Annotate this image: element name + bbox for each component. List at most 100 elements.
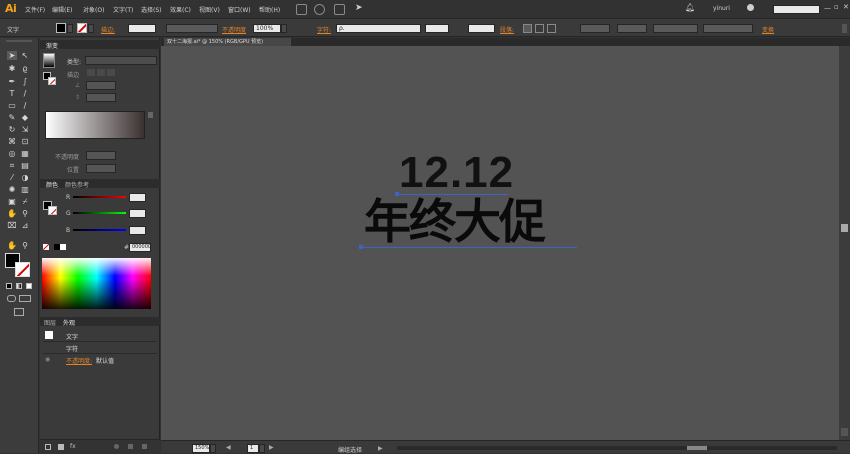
opacity-dropdown[interactable]	[281, 24, 287, 33]
gradient-aspect-field[interactable]	[86, 93, 116, 102]
stroke-swatch[interactable]	[77, 23, 87, 33]
menu-view[interactable]: 视图(V)	[199, 5, 220, 14]
white-swatch[interactable]	[60, 244, 66, 250]
zoom-tool-2-icon[interactable]: ⚲	[20, 241, 30, 250]
paintbrush-tool-icon[interactable]: ∕	[20, 101, 30, 110]
draw-behind-icon[interactable]	[19, 295, 31, 302]
artboard-number-field[interactable]: 1	[247, 444, 259, 453]
paragraph-label-link[interactable]: 段落:	[500, 25, 514, 34]
hand-tool-2-icon[interactable]: ✋	[7, 241, 17, 250]
minimize-icon[interactable]: —	[824, 4, 831, 12]
horizontal-scroll-thumb[interactable]	[687, 446, 707, 450]
crop-tool-icon[interactable]: ⌧	[7, 221, 17, 230]
add-effect-icon[interactable]: fx	[70, 443, 76, 450]
artboard-tool-icon[interactable]: ▣	[7, 197, 17, 206]
column-graph-tool-icon[interactable]: ▥	[20, 185, 30, 194]
user-name[interactable]: yinuri	[713, 5, 730, 12]
color-stroke-swatch[interactable]	[48, 206, 57, 215]
stroke-label-link[interactable]: 描边:	[101, 25, 115, 34]
magic-wand-tool-icon[interactable]: ✱	[7, 64, 17, 73]
opacity-label-link[interactable]: 不透明度	[222, 25, 246, 34]
distribute-field[interactable]	[617, 24, 647, 33]
document-tab[interactable]: 双十二海报.ai* @ 150% (RGB/GPU 预览)	[164, 38, 291, 46]
eraser-tool-icon[interactable]: ◆	[20, 113, 30, 122]
rotate-tool-icon[interactable]: ↻	[7, 125, 17, 134]
appearance-row-character[interactable]: 字符	[66, 344, 78, 353]
align-right-icon[interactable]	[547, 24, 556, 33]
appearance-opacity-link[interactable]: 不透明度:	[66, 356, 92, 365]
perspective-grid-tool-icon[interactable]: ▦	[20, 149, 30, 158]
gradient-slider[interactable]	[45, 111, 145, 139]
variable-width-field[interactable]	[166, 24, 218, 33]
send-icon[interactable]: ➤	[355, 3, 363, 13]
menu-help[interactable]: 帮助(H)	[259, 5, 280, 14]
zoom-dropdown[interactable]	[210, 444, 216, 453]
vertical-scrollbar[interactable]	[839, 46, 850, 440]
character-label-link[interactable]: 字符:	[317, 25, 331, 34]
gradient-angle-field[interactable]	[86, 81, 116, 90]
clear-appearance-icon[interactable]	[114, 444, 119, 449]
scroll-down-arrow[interactable]	[841, 428, 848, 436]
bridge-icon[interactable]	[296, 4, 307, 15]
scale-tool-icon[interactable]: ⇲	[20, 125, 30, 134]
r-slider[interactable]	[73, 196, 126, 198]
slice-tool-icon[interactable]: ⌿	[20, 197, 30, 206]
menu-select[interactable]: 选择(S)	[141, 5, 162, 14]
gradient-position-field[interactable]	[86, 164, 116, 173]
status-arrow-icon[interactable]: ▶	[378, 445, 383, 452]
align-field[interactable]	[580, 24, 610, 33]
tab-layers[interactable]: 图层	[44, 318, 56, 327]
font-style-field[interactable]	[425, 24, 449, 33]
align-left-icon[interactable]	[523, 24, 532, 33]
rotate-field[interactable]	[703, 24, 753, 33]
delete-item-icon[interactable]	[142, 444, 147, 449]
b-slider[interactable]	[73, 229, 126, 231]
font-size-field[interactable]	[468, 24, 495, 33]
gradient-tool-icon[interactable]: ▤	[20, 161, 30, 170]
gradient-opacity-field[interactable]	[86, 151, 116, 160]
fill-swatch[interactable]	[56, 23, 66, 33]
tools-grip[interactable]	[6, 40, 32, 42]
add-stroke-icon[interactable]	[45, 444, 51, 450]
lasso-tool-icon[interactable]: ϱ	[20, 64, 30, 73]
draw-mode-icon[interactable]	[7, 295, 16, 302]
restore-icon[interactable]: ▫	[834, 3, 839, 11]
stroke-within-icon[interactable]	[87, 69, 95, 76]
direct-selection-tool-icon[interactable]: ↖	[20, 51, 30, 60]
b-field[interactable]	[129, 226, 146, 235]
headline-number[interactable]: 12.12	[399, 150, 514, 196]
gradient-preview[interactable]	[43, 53, 55, 68]
r-field[interactable]	[129, 193, 146, 202]
pen-tool-icon[interactable]: ✒	[7, 77, 17, 86]
arrange-documents-icon[interactable]	[334, 4, 345, 15]
font-family-field[interactable]: ρ.	[336, 24, 421, 33]
stroke-dropdown[interactable]	[88, 24, 94, 33]
color-mode-icon[interactable]	[6, 283, 12, 289]
stroke-weight-field[interactable]	[128, 24, 156, 33]
curvature-tool-icon[interactable]: ∫	[20, 77, 30, 86]
bell-icon[interactable]: 🔔︎	[685, 3, 695, 12]
eyedropper-tool-icon[interactable]: ⁄	[7, 173, 17, 182]
gradient-trash-icon[interactable]	[148, 112, 153, 118]
headline-text[interactable]: 年终大促	[364, 196, 546, 250]
color-spectrum[interactable]	[42, 258, 151, 309]
tab-appearance[interactable]: 外观	[63, 318, 75, 327]
symbol-sprayer-tool-icon[interactable]: ✺	[7, 185, 17, 194]
align-center-icon[interactable]	[535, 24, 544, 33]
screen-mode-icon[interactable]	[14, 308, 24, 316]
tab-color-guide[interactable]: 颜色参考	[65, 180, 89, 189]
stroke-along-icon[interactable]	[97, 69, 105, 76]
duplicate-item-icon[interactable]	[128, 444, 133, 449]
gradient-type-dropdown[interactable]	[85, 56, 157, 65]
zoom-field[interactable]: 150%	[192, 444, 210, 453]
menu-type[interactable]: 文字(T)	[113, 5, 133, 14]
close-icon[interactable]: ✕	[843, 3, 849, 11]
g-slider[interactable]	[73, 212, 126, 214]
width-tool-icon[interactable]: ⌘	[7, 137, 17, 146]
tab-color[interactable]: 颜色	[46, 180, 58, 189]
rectangle-tool-icon[interactable]: ▭	[7, 101, 17, 110]
menu-object[interactable]: 对象(O)	[83, 5, 104, 14]
gradient-stroke-swatch[interactable]	[48, 77, 56, 85]
transform-label-link[interactable]: 变换	[762, 25, 774, 34]
knife-tool-icon[interactable]: ⊿	[20, 221, 30, 230]
